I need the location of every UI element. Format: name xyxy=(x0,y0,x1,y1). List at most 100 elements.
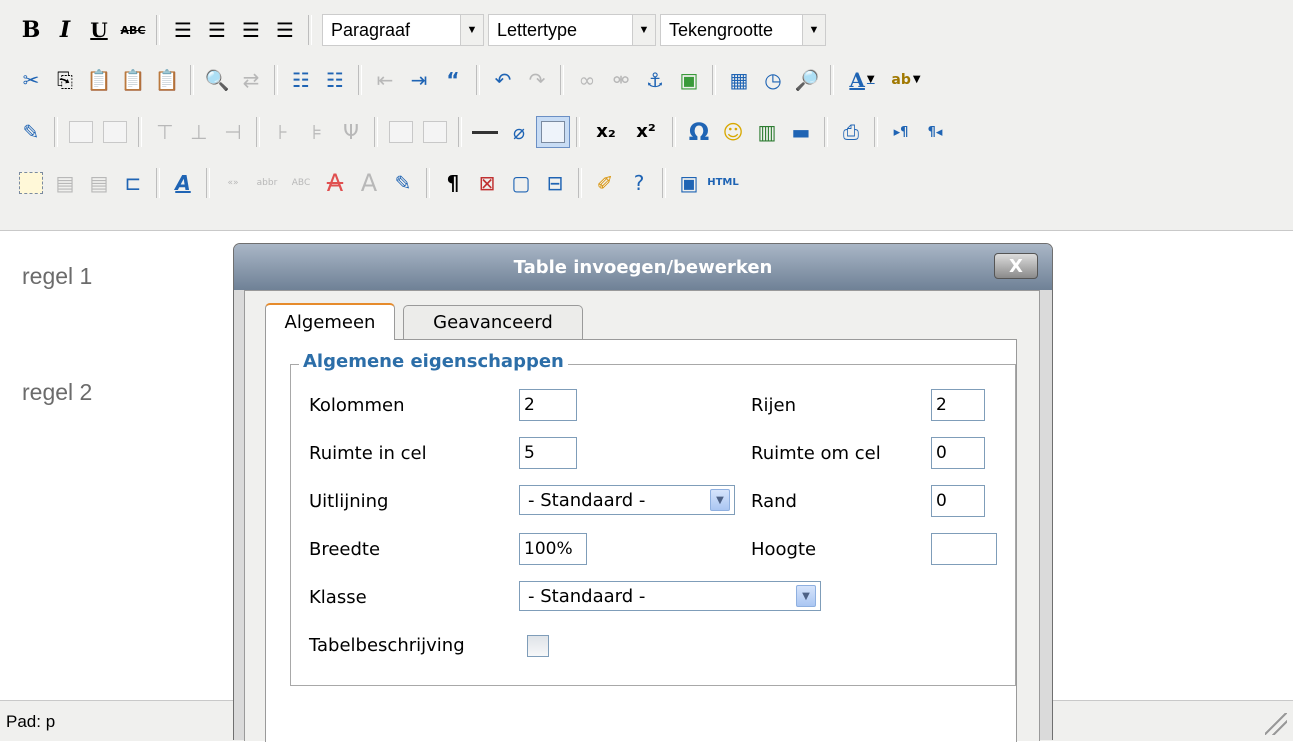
link-icon[interactable]: ∞ xyxy=(570,64,604,96)
copy-icon[interactable]: ⎘ xyxy=(48,64,82,96)
edit-css-icon[interactable]: ✎ xyxy=(14,116,48,148)
cut-icon[interactable]: ✂ xyxy=(14,64,48,96)
caption-label: Tabelbeschrijving xyxy=(309,635,465,656)
insert-time-icon[interactable]: ◷ xyxy=(756,64,790,96)
fullscreen-icon[interactable]: ▣ xyxy=(672,167,706,199)
cleanup-icon[interactable]: ✐ xyxy=(588,167,622,199)
dialog-title-bar[interactable]: Table invoegen/bewerken X xyxy=(234,244,1052,290)
paste-word-icon[interactable]: 📋 xyxy=(150,64,184,96)
superscript-button[interactable]: x² xyxy=(626,116,666,148)
emoticon-icon[interactable]: ☺ xyxy=(716,116,750,148)
numbered-list-icon[interactable]: ☷ xyxy=(318,64,352,96)
find-icon[interactable]: 🔍 xyxy=(200,64,234,96)
nonbreaking-icon[interactable]: ⊠ xyxy=(470,167,504,199)
bold-button[interactable]: B xyxy=(14,14,48,46)
row-props-icon[interactable] xyxy=(64,116,98,148)
col-after-icon[interactable]: ⊧ xyxy=(300,116,334,148)
move-backward-icon[interactable]: ▤ xyxy=(82,167,116,199)
anchor-icon[interactable]: ⚓ xyxy=(638,64,672,96)
styles-icon[interactable]: A xyxy=(166,167,200,199)
paste-icon[interactable]: 📋 xyxy=(82,64,116,96)
tab-general[interactable]: Algemeen xyxy=(265,303,395,340)
element-path[interactable]: Pad: p xyxy=(6,712,55,732)
cite-icon[interactable]: «» xyxy=(216,167,250,199)
rows-input[interactable]: 2 xyxy=(931,389,985,421)
italic-button[interactable]: I xyxy=(48,14,82,46)
move-forward-icon[interactable]: ▤ xyxy=(48,167,82,199)
resize-grip-icon[interactable] xyxy=(1265,713,1287,735)
align-justify-icon[interactable]: ☰ xyxy=(268,14,302,46)
width-input[interactable]: 100% xyxy=(519,533,587,565)
cellpadding-input[interactable]: 5 xyxy=(519,437,577,469)
close-button[interactable]: X xyxy=(994,253,1038,279)
columns-input[interactable]: 2 xyxy=(519,389,577,421)
insert-text-icon[interactable]: A xyxy=(352,167,386,199)
attributes-icon[interactable]: ✎ xyxy=(386,167,420,199)
height-label: Hoogte xyxy=(751,539,817,560)
abbr-icon[interactable]: abbr xyxy=(250,167,284,199)
ltr-icon[interactable]: ▸¶ xyxy=(884,116,918,148)
delete-text-icon[interactable]: A xyxy=(318,167,352,199)
visual-chars-icon[interactable]: ¶ xyxy=(436,167,470,199)
size-select[interactable]: Tekengrootte ▼ xyxy=(660,14,826,46)
row-after-icon[interactable]: ⊥ xyxy=(182,116,216,148)
undo-icon[interactable]: ↶ xyxy=(486,64,520,96)
text-color-icon[interactable]: A ▼ xyxy=(840,64,884,96)
unlink-icon[interactable]: ⚮ xyxy=(604,64,638,96)
highlight-color-icon[interactable]: ab ▼ xyxy=(884,64,928,96)
format-select[interactable]: Paragraaf ▼ xyxy=(322,14,484,46)
rtl-icon[interactable]: ¶◂ xyxy=(918,116,952,148)
paste-text-icon[interactable]: 📋 xyxy=(116,64,150,96)
strikethrough-button[interactable]: ABC xyxy=(116,14,150,46)
cell-props-icon[interactable] xyxy=(98,116,132,148)
class-select[interactable]: - Standaard - ▼ xyxy=(519,581,821,611)
merge-cells-icon[interactable] xyxy=(418,116,452,148)
font-select[interactable]: Lettertype ▼ xyxy=(488,14,656,46)
page-break-icon[interactable]: ⊟ xyxy=(538,167,572,199)
tab-advanced[interactable]: Geavanceerd xyxy=(403,305,583,339)
col-before-icon[interactable]: ⊦ xyxy=(266,116,300,148)
print-icon[interactable]: ⎙ xyxy=(834,116,868,148)
table-icon[interactable] xyxy=(536,116,570,148)
caption-checkbox[interactable] xyxy=(527,635,549,657)
toolbar-separator xyxy=(156,168,160,198)
preview-icon[interactable]: 🔎 xyxy=(790,64,824,96)
rows-label: Rijen xyxy=(751,395,796,416)
align-center-icon[interactable]: ☰ xyxy=(200,14,234,46)
insert-date-icon[interactable]: ▦ xyxy=(722,64,756,96)
media-icon[interactable]: ▥ xyxy=(750,116,784,148)
advanced-hr-icon[interactable]: ▬ xyxy=(784,116,818,148)
insert-layer-icon[interactable] xyxy=(14,167,48,199)
absolute-position-icon[interactable]: ⊏ xyxy=(116,167,150,199)
paragraph[interactable]: regel 2 xyxy=(22,379,92,406)
toolbar-separator xyxy=(54,117,58,147)
delete-row-icon[interactable]: ⊣ xyxy=(216,116,250,148)
toolbar-separator xyxy=(358,65,362,95)
eraser-icon[interactable]: ⌀ xyxy=(502,116,536,148)
bullet-list-icon[interactable]: ☷ xyxy=(284,64,318,96)
indent-icon[interactable]: ⇥ xyxy=(402,64,436,96)
split-cells-icon[interactable] xyxy=(384,116,418,148)
align-left-icon[interactable]: ☰ xyxy=(166,14,200,46)
cellspacing-input[interactable]: 0 xyxy=(931,437,985,469)
border-input[interactable]: 0 xyxy=(931,485,985,517)
image-icon[interactable]: ▣ xyxy=(672,64,706,96)
outdent-icon[interactable]: ⇤ xyxy=(368,64,402,96)
align-select[interactable]: - Standaard - ▼ xyxy=(519,485,735,515)
underline-button[interactable]: U xyxy=(82,14,116,46)
height-input[interactable] xyxy=(931,533,997,565)
horizontal-rule-icon[interactable] xyxy=(468,116,502,148)
subscript-button[interactable]: x₂ xyxy=(586,116,626,148)
align-right-icon[interactable]: ☰ xyxy=(234,14,268,46)
help-icon[interactable]: ? xyxy=(622,167,656,199)
replace-icon[interactable]: ⇄ xyxy=(234,64,268,96)
acronym-icon[interactable]: ABC xyxy=(284,167,318,199)
html-source-button[interactable]: HTML xyxy=(706,167,740,199)
delete-col-icon[interactable]: Ψ xyxy=(334,116,368,148)
blockquote-icon[interactable]: “ xyxy=(436,64,470,96)
paragraph[interactable]: regel 1 xyxy=(22,263,92,290)
template-icon[interactable]: ▢ xyxy=(504,167,538,199)
special-char-button[interactable]: Ω xyxy=(682,116,716,148)
row-before-icon[interactable]: ⊤ xyxy=(148,116,182,148)
redo-icon[interactable]: ↷ xyxy=(520,64,554,96)
